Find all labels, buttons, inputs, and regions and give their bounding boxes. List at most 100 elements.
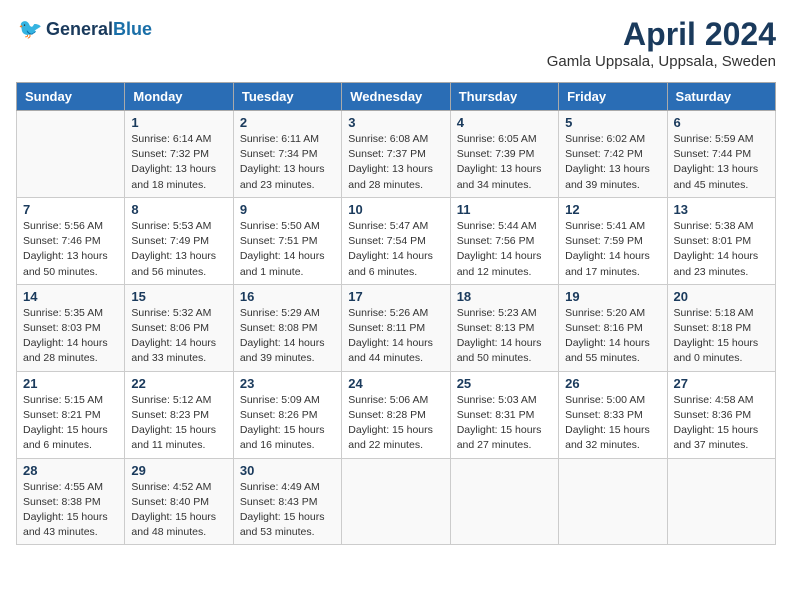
calendar-week-row: 14 Sunrise: 5:35 AMSunset: 8:03 PMDayligh…	[17, 284, 776, 371]
day-number: 27	[674, 376, 769, 391]
day-number: 12	[565, 202, 660, 217]
day-detail: Sunrise: 5:44 AMSunset: 7:56 PMDaylight:…	[457, 219, 552, 280]
calendar-cell	[667, 458, 775, 545]
calendar-cell: 18Sunrise: 5:23 AMSunset: 8:13 PMDayligh…	[450, 284, 558, 371]
day-detail: Sunrise: 6:05 AMSunset: 7:39 PMDaylight:…	[457, 132, 552, 193]
location-subtitle: Gamla Uppsala, Uppsala, Sweden	[547, 53, 776, 70]
calendar-cell: 9Sunrise: 5:50 AMSunset: 7:51 PMDaylight…	[233, 197, 341, 284]
calendar-cell: 30 Sunrise: 4:49 AMSunset: 8:43 PMDayligh…	[233, 458, 341, 545]
calendar-cell: 27 Sunrise: 4:58 AMSunset: 8:36 PMDayligh…	[667, 371, 775, 458]
day-number: 26	[565, 376, 660, 391]
calendar-cell: 17 Sunrise: 5:26 AMSunset: 8:11 PMDayligh…	[342, 284, 450, 371]
day-detail: Sunrise: 5:18 AMSunset: 8:18 PMDaylight:…	[674, 306, 769, 367]
day-number: 28	[23, 463, 118, 478]
day-detail: Sunrise: 5:53 AMSunset: 7:49 PMDaylight:…	[131, 219, 226, 280]
calendar-cell: 5 Sunrise: 6:02 AMSunset: 7:42 PMDaylight…	[559, 111, 667, 198]
day-detail: Sunrise: 5:12 AMSunset: 8:23 PMDaylight:…	[131, 393, 226, 454]
page-header: 🐦 GeneralBlue April 2024 Gamla Uppsala, …	[16, 16, 776, 70]
month-year-title: April 2024	[547, 16, 776, 53]
calendar-cell: 25Sunrise: 5:03 AMSunset: 8:31 PMDayligh…	[450, 371, 558, 458]
day-detail: Sunrise: 6:11 AMSunset: 7:34 PMDaylight:…	[240, 132, 335, 193]
day-detail: Sunrise: 5:47 AMSunset: 7:54 PMDaylight:…	[348, 219, 443, 280]
day-number: 1	[131, 115, 226, 130]
day-number: 15	[131, 289, 226, 304]
calendar-header-row: SundayMondayTuesdayWednesdayThursdayFrid…	[17, 83, 776, 111]
calendar-week-row: 28 Sunrise: 4:55 AMSunset: 8:38 PMDayligh…	[17, 458, 776, 545]
day-number: 20	[674, 289, 769, 304]
calendar-cell: 10 Sunrise: 5:47 AMSunset: 7:54 PMDayligh…	[342, 197, 450, 284]
day-number: 2	[240, 115, 335, 130]
column-header-thursday: Thursday	[450, 83, 558, 111]
day-detail: Sunrise: 6:08 AMSunset: 7:37 PMDaylight:…	[348, 132, 443, 193]
logo-icon: 🐦	[18, 16, 46, 44]
calendar-cell: 13 Sunrise: 5:38 AMSunset: 8:01 PMDayligh…	[667, 197, 775, 284]
calendar-cell: 19Sunrise: 5:20 AMSunset: 8:16 PMDayligh…	[559, 284, 667, 371]
calendar-table: SundayMondayTuesdayWednesdayThursdayFrid…	[16, 82, 776, 545]
title-block: April 2024 Gamla Uppsala, Uppsala, Swede…	[547, 16, 776, 70]
day-number: 4	[457, 115, 552, 130]
day-detail: Sunrise: 5:06 AMSunset: 8:28 PMDaylight:…	[348, 393, 443, 454]
calendar-cell: 24 Sunrise: 5:06 AMSunset: 8:28 PMDayligh…	[342, 371, 450, 458]
column-header-friday: Friday	[559, 83, 667, 111]
calendar-cell: 12Sunrise: 5:41 AMSunset: 7:59 PMDayligh…	[559, 197, 667, 284]
day-number: 11	[457, 202, 552, 217]
calendar-cell	[17, 111, 125, 198]
day-detail: Sunrise: 5:26 AMSunset: 8:11 PMDaylight:…	[348, 306, 443, 367]
day-number: 17	[348, 289, 443, 304]
day-detail: Sunrise: 4:49 AMSunset: 8:43 PMDaylight:…	[240, 480, 335, 541]
calendar-week-row: 7Sunrise: 5:56 AMSunset: 7:46 PMDaylight…	[17, 197, 776, 284]
day-number: 30	[240, 463, 335, 478]
calendar-cell: 28 Sunrise: 4:55 AMSunset: 8:38 PMDayligh…	[17, 458, 125, 545]
calendar-cell: 21 Sunrise: 5:15 AMSunset: 8:21 PMDayligh…	[17, 371, 125, 458]
day-detail: Sunrise: 5:32 AMSunset: 8:06 PMDaylight:…	[131, 306, 226, 367]
calendar-cell: 22 Sunrise: 5:12 AMSunset: 8:23 PMDayligh…	[125, 371, 233, 458]
calendar-week-row: 1 Sunrise: 6:14 AMSunset: 7:32 PMDaylight…	[17, 111, 776, 198]
column-header-monday: Monday	[125, 83, 233, 111]
day-detail: Sunrise: 5:29 AMSunset: 8:08 PMDaylight:…	[240, 306, 335, 367]
calendar-cell: 2 Sunrise: 6:11 AMSunset: 7:34 PMDaylight…	[233, 111, 341, 198]
calendar-cell: 16 Sunrise: 5:29 AMSunset: 8:08 PMDayligh…	[233, 284, 341, 371]
day-number: 21	[23, 376, 118, 391]
day-number: 9	[240, 202, 335, 217]
day-detail: Sunrise: 5:38 AMSunset: 8:01 PMDaylight:…	[674, 219, 769, 280]
calendar-cell: 26Sunrise: 5:00 AMSunset: 8:33 PMDayligh…	[559, 371, 667, 458]
day-number: 22	[131, 376, 226, 391]
day-detail: Sunrise: 6:02 AMSunset: 7:42 PMDaylight:…	[565, 132, 660, 193]
day-number: 3	[348, 115, 443, 130]
calendar-cell	[342, 458, 450, 545]
day-number: 8	[131, 202, 226, 217]
day-number: 5	[565, 115, 660, 130]
day-number: 16	[240, 289, 335, 304]
day-detail: Sunrise: 6:14 AMSunset: 7:32 PMDaylight:…	[131, 132, 226, 193]
calendar-cell: 29 Sunrise: 4:52 AMSunset: 8:40 PMDayligh…	[125, 458, 233, 545]
day-detail: Sunrise: 5:35 AMSunset: 8:03 PMDaylight:…	[23, 306, 118, 367]
day-detail: Sunrise: 4:58 AMSunset: 8:36 PMDaylight:…	[674, 393, 769, 454]
day-number: 14	[23, 289, 118, 304]
day-detail: Sunrise: 5:15 AMSunset: 8:21 PMDaylight:…	[23, 393, 118, 454]
calendar-cell: 4 Sunrise: 6:05 AMSunset: 7:39 PMDaylight…	[450, 111, 558, 198]
calendar-cell: 3 Sunrise: 6:08 AMSunset: 7:37 PMDaylight…	[342, 111, 450, 198]
day-detail: Sunrise: 4:55 AMSunset: 8:38 PMDaylight:…	[23, 480, 118, 541]
day-number: 24	[348, 376, 443, 391]
day-detail: Sunrise: 4:52 AMSunset: 8:40 PMDaylight:…	[131, 480, 226, 541]
calendar-cell: 14 Sunrise: 5:35 AMSunset: 8:03 PMDayligh…	[17, 284, 125, 371]
calendar-cell: 15 Sunrise: 5:32 AMSunset: 8:06 PMDayligh…	[125, 284, 233, 371]
calendar-cell	[450, 458, 558, 545]
day-number: 13	[674, 202, 769, 217]
day-number: 10	[348, 202, 443, 217]
day-number: 18	[457, 289, 552, 304]
day-detail: Sunrise: 5:09 AMSunset: 8:26 PMDaylight:…	[240, 393, 335, 454]
svg-text:🐦: 🐦	[18, 19, 42, 41]
day-number: 29	[131, 463, 226, 478]
calendar-cell: 23Sunrise: 5:09 AMSunset: 8:26 PMDayligh…	[233, 371, 341, 458]
column-header-wednesday: Wednesday	[342, 83, 450, 111]
calendar-cell: 6Sunrise: 5:59 AMSunset: 7:44 PMDaylight…	[667, 111, 775, 198]
calendar-cell: 7Sunrise: 5:56 AMSunset: 7:46 PMDaylight…	[17, 197, 125, 284]
logo-text-line1: GeneralBlue	[46, 20, 152, 40]
calendar-week-row: 21 Sunrise: 5:15 AMSunset: 8:21 PMDayligh…	[17, 371, 776, 458]
day-detail: Sunrise: 5:03 AMSunset: 8:31 PMDaylight:…	[457, 393, 552, 454]
column-header-tuesday: Tuesday	[233, 83, 341, 111]
column-header-sunday: Sunday	[17, 83, 125, 111]
calendar-cell	[559, 458, 667, 545]
logo: 🐦 GeneralBlue	[16, 16, 152, 44]
